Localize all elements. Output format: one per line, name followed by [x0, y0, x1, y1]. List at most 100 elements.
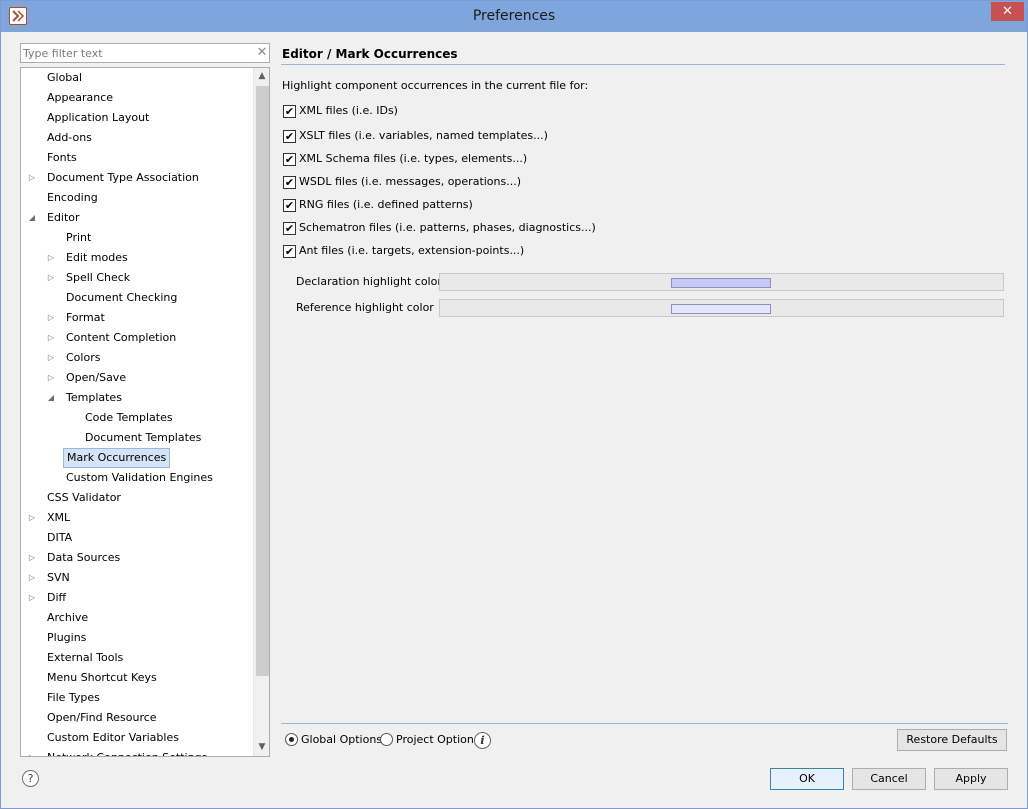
collapsed-arrow-icon[interactable]: ▷: [27, 168, 37, 188]
checkbox-label: Schematron files (i.e. patterns, phases,…: [299, 221, 596, 234]
collapsed-arrow-icon[interactable]: ▷: [46, 348, 56, 368]
tree-item[interactable]: ▷ Edit modes: [21, 248, 251, 268]
scroll-up-icon[interactable]: ▲: [254, 68, 269, 85]
checkbox[interactable]: ✔: [283, 245, 296, 258]
tree-item-label: Format: [66, 311, 105, 324]
checkbox[interactable]: ✔: [283, 199, 296, 212]
collapsed-arrow-icon[interactable]: ▷: [27, 588, 37, 608]
expanded-arrow-icon[interactable]: ◢: [46, 388, 56, 408]
tree-item-label: Encoding: [47, 191, 98, 204]
ok-button[interactable]: OK: [770, 768, 844, 790]
tree-item[interactable]: ◢ Editor: [21, 208, 251, 228]
collapsed-arrow-icon[interactable]: ▷: [46, 268, 56, 288]
restore-defaults-button[interactable]: Restore Defaults: [897, 729, 1007, 751]
tree-item[interactable]: ▷ Spell Check: [21, 268, 251, 288]
declaration-color-picker[interactable]: [439, 273, 1004, 291]
tree-item[interactable]: ◢ Templates: [21, 388, 251, 408]
tree-item-label: Editor: [47, 211, 80, 224]
tree-item[interactable]: Global: [21, 68, 251, 88]
checkbox[interactable]: ✔: [283, 176, 296, 189]
tree-item[interactable]: External Tools: [21, 648, 251, 668]
tree-item[interactable]: ▷ Network Connection Settings: [21, 748, 251, 756]
info-icon[interactable]: i: [474, 732, 491, 749]
tree-item[interactable]: Appearance: [21, 88, 251, 108]
tree-item[interactable]: ▷ Open/Save: [21, 368, 251, 388]
filter-input[interactable]: [23, 45, 248, 61]
tree-item[interactable]: Encoding: [21, 188, 251, 208]
tree-item[interactable]: Archive: [21, 608, 251, 628]
tree-item[interactable]: File Types: [21, 688, 251, 708]
checkbox[interactable]: ✔: [283, 153, 296, 166]
tree-item-label: Custom Editor Variables: [47, 731, 179, 744]
title-bar[interactable]: Preferences ✕: [1, 1, 1027, 32]
tree-item[interactable]: Document Templates: [21, 428, 251, 448]
page-title: Editor / Mark Occurrences: [282, 47, 458, 61]
reference-color-label: Reference highlight color: [296, 301, 434, 314]
tree-item[interactable]: ▷ XML: [21, 508, 251, 528]
checkbox-label: XML Schema files (i.e. types, elements..…: [299, 152, 528, 165]
tree-item-label: Spell Check: [66, 271, 131, 284]
collapsed-arrow-icon[interactable]: ▷: [27, 548, 37, 568]
tree-item[interactable]: ▷ Format: [21, 308, 251, 328]
help-icon[interactable]: ?: [22, 770, 39, 787]
tree-item[interactable]: ▷ Document Type Association: [21, 168, 251, 188]
tree-item-label: Document Templates: [85, 431, 202, 444]
tree-item[interactable]: ▷ Diff: [21, 588, 251, 608]
collapsed-arrow-icon[interactable]: ▷: [27, 508, 37, 528]
tree-scrollbar[interactable]: ▲ ▼: [253, 68, 269, 756]
tree-item-label: Document Checking: [66, 291, 178, 304]
tree-item-label: Add-ons: [47, 131, 92, 144]
collapsed-arrow-icon[interactable]: ▷: [27, 748, 37, 756]
tree-item-label: Content Completion: [66, 331, 177, 344]
collapsed-arrow-icon[interactable]: ▷: [46, 328, 56, 348]
tree-item[interactable]: Custom Validation Engines: [21, 468, 251, 488]
tree-item-label: Code Templates: [85, 411, 173, 424]
declaration-color-label: Declaration highlight color: [296, 275, 442, 288]
collapsed-arrow-icon[interactable]: ▷: [46, 368, 56, 388]
tree-item-label: Global: [47, 71, 83, 84]
tree-item-label: External Tools: [47, 651, 124, 664]
project-options-radio-button[interactable]: [380, 733, 393, 746]
scroll-thumb[interactable]: [256, 86, 269, 676]
tree-item-label: Menu Shortcut Keys: [47, 671, 157, 684]
tree-item[interactable]: Document Checking: [21, 288, 251, 308]
global-options-radio-button[interactable]: [285, 733, 298, 746]
checkbox[interactable]: ✔: [283, 105, 296, 118]
tree-item[interactable]: Application Layout: [21, 108, 251, 128]
tree-item[interactable]: Plugins: [21, 628, 251, 648]
tree-item[interactable]: ▷ Colors: [21, 348, 251, 368]
tree-item-label: Document Type Association: [47, 171, 199, 184]
tree-item[interactable]: Fonts: [21, 148, 251, 168]
collapsed-arrow-icon[interactable]: ▷: [46, 308, 56, 328]
collapsed-arrow-icon[interactable]: ▷: [46, 248, 56, 268]
tree-item[interactable]: CSS Validator: [21, 488, 251, 508]
tree-item[interactable]: Code Templates: [21, 408, 251, 428]
tree-item-label: CSS Validator: [47, 491, 121, 504]
global-options-label: Global Options: [301, 733, 383, 746]
scroll-down-icon[interactable]: ▼: [254, 739, 269, 756]
checkbox[interactable]: ✔: [283, 222, 296, 235]
apply-button[interactable]: Apply: [934, 768, 1008, 790]
clear-filter-icon[interactable]: ✕: [255, 45, 269, 61]
tree-item[interactable]: Open/Find Resource: [21, 708, 251, 728]
tree-item-label: Data Sources: [47, 551, 121, 564]
cancel-button[interactable]: Cancel: [852, 768, 926, 790]
tree-item-label: Network Connection Settings: [44, 748, 210, 756]
close-button[interactable]: ✕: [991, 2, 1024, 21]
preferences-tree: Global Appearance Application Layout Add-on…: [20, 67, 270, 757]
tree-item[interactable]: Custom Editor Variables: [21, 728, 251, 748]
tree-item[interactable]: Mark Occurrences: [21, 448, 251, 468]
tree-item[interactable]: Menu Shortcut Keys: [21, 668, 251, 688]
reference-color-picker[interactable]: [439, 299, 1004, 317]
checkbox[interactable]: ✔: [283, 130, 296, 143]
checkbox-label: WSDL files (i.e. messages, operations...…: [299, 175, 522, 188]
tree-item[interactable]: ▷ SVN: [21, 568, 251, 588]
tree-item[interactable]: DITA: [21, 528, 251, 548]
tree-item[interactable]: ▷ Content Completion: [21, 328, 251, 348]
tree-item-label: XML: [47, 511, 71, 524]
tree-item[interactable]: Add-ons: [21, 128, 251, 148]
collapsed-arrow-icon[interactable]: ▷: [27, 568, 37, 588]
tree-item[interactable]: Print: [21, 228, 251, 248]
tree-item[interactable]: ▷ Data Sources: [21, 548, 251, 568]
expanded-arrow-icon[interactable]: ◢: [27, 208, 37, 228]
